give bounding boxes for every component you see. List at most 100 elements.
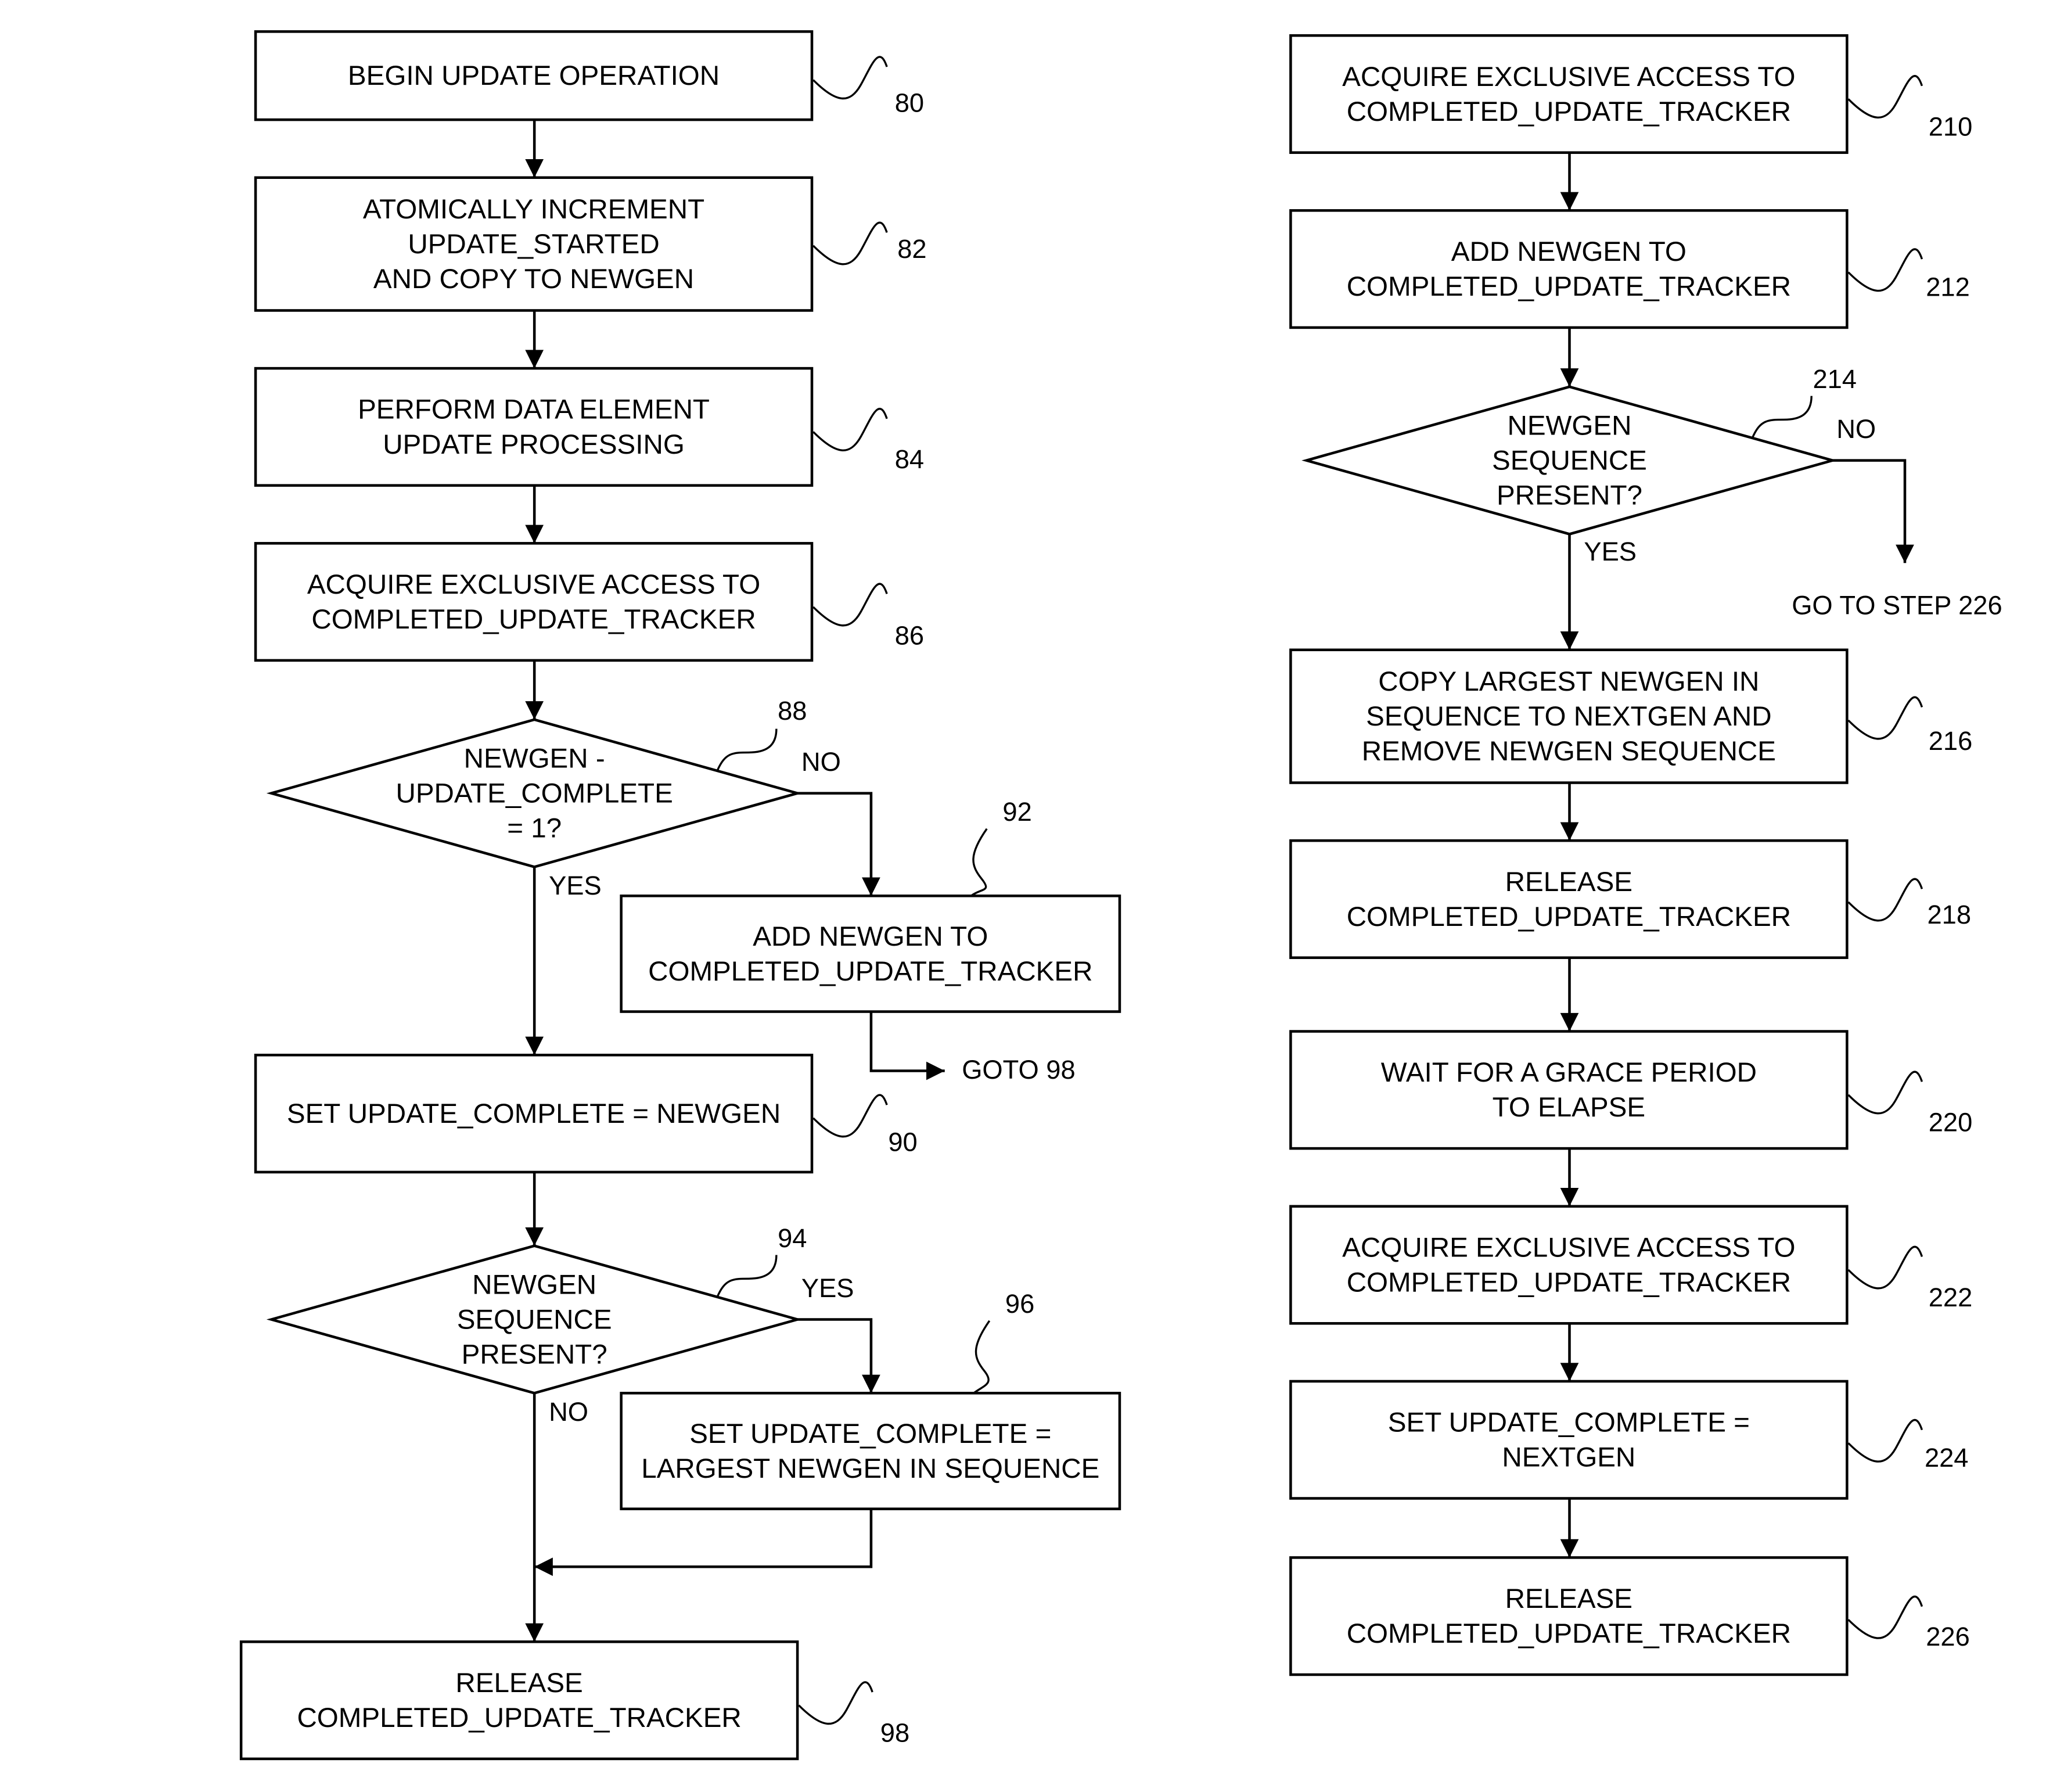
process-box-98	[239, 1640, 799, 1761]
edge-222-224-arrowhead	[1560, 1363, 1579, 1381]
step-216-text-line: COPY LARGEST NEWGEN IN	[1378, 666, 1759, 697]
edge-216-218-arrowhead	[1560, 822, 1579, 841]
reference-numeral-212: 212	[1926, 272, 1970, 302]
process-box-86	[254, 542, 814, 662]
step-214-text-line: SEQUENCE	[1492, 446, 1647, 476]
step-220-text-line: WAIT FOR A GRACE PERIOD	[1381, 1057, 1757, 1088]
edge-90-94-arrowhead	[525, 1227, 544, 1246]
reference-numeral-220: 220	[1929, 1108, 1973, 1137]
leader-line-84	[812, 408, 888, 451]
step-86-text-line: ACQUIRE EXCLUSIVE ACCESS TO	[307, 569, 760, 600]
step-88-text-line: UPDATE_COMPLETE	[395, 778, 673, 809]
process-box-222	[1289, 1205, 1849, 1325]
edge-92-goto-98-arrowhead	[926, 1061, 945, 1080]
process-box-212	[1289, 209, 1849, 329]
branch-label-94-yes: YES	[801, 1273, 854, 1303]
step-84-text-line: PERFORM DATA ELEMENT	[358, 394, 710, 425]
flow-step-84: PERFORM DATA ELEMENT UPDATE PROCESSING 84	[254, 367, 924, 487]
flow-step-86: ACQUIRE EXCLUSIVE ACCESS TO COMPLETED_UPD…	[254, 542, 924, 662]
step-96-text-line: SET UPDATE_COMPLETE =	[689, 1418, 1051, 1449]
leader-line-86	[812, 583, 888, 627]
step-82-text-line: ATOMICALLY INCREMENT	[363, 194, 704, 225]
flow-step-98: RELEASE COMPLETED_UPDATE_TRACKER 98	[239, 1640, 909, 1761]
reference-numeral-226: 226	[1926, 1622, 1970, 1651]
edge-96-merge-arrowhead	[534, 1557, 553, 1576]
step-226-text-line: COMPLETED_UPDATE_TRACKER	[1347, 1618, 1791, 1649]
process-box-96	[620, 1392, 1121, 1510]
step-92-text-line: ADD NEWGEN TO	[753, 921, 988, 952]
step-98-text-line: COMPLETED_UPDATE_TRACKER	[297, 1703, 741, 1733]
reference-numeral-86: 86	[895, 621, 924, 651]
step-216-text-line: SEQUENCE TO NEXTGEN AND	[1366, 701, 1771, 732]
edge-224-226-arrowhead	[1560, 1539, 1579, 1558]
step-94-text-line: PRESENT?	[462, 1339, 607, 1370]
flow-step-218: RELEASE COMPLETED_UPDATE_TRACKER 218	[1289, 839, 1971, 959]
reference-numeral-222: 222	[1929, 1283, 1973, 1312]
flow-step-226: RELEASE COMPLETED_UPDATE_TRACKER 226	[1289, 1556, 1970, 1676]
flow-step-224: SET UPDATE_COMPLETE = NEXTGEN 224	[1289, 1380, 1969, 1500]
flow-step-222: ACQUIRE EXCLUSIVE ACCESS TO COMPLETED_UPD…	[1289, 1205, 1973, 1325]
step-218-text-line: RELEASE	[1505, 867, 1633, 897]
step-92-text-line: COMPLETED_UPDATE_TRACKER	[648, 956, 1092, 987]
step-90-text-line: SET UPDATE_COMPLETE = NEWGEN	[287, 1098, 781, 1129]
step-214-text-line: PRESENT?	[1497, 480, 1642, 511]
flow-step-80: BEGIN UPDATE OPERATION 80	[254, 30, 924, 121]
leader-line-216	[1847, 696, 1923, 740]
leader-line-80	[812, 56, 888, 100]
edge-80-82-arrowhead	[525, 159, 544, 178]
edge-94-96-yes	[797, 1318, 873, 1394]
leader-line-218	[1847, 878, 1923, 922]
edge-214-goto-226-no-arrowhead	[1896, 544, 1914, 563]
leader-line-214	[1751, 396, 1813, 439]
shapes-layer: BEGIN UPDATE OPERATION 80 ATOMICALLY INCRE…	[239, 30, 1973, 1761]
flow-step-82: ATOMICALLY INCREMENT UPDATE_STARTED AND CO…	[254, 176, 927, 312]
step-216-text-line: REMOVE NEWGEN SEQUENCE	[1362, 736, 1776, 767]
reference-numeral-80: 80	[895, 88, 924, 118]
step-210-text-line: ACQUIRE EXCLUSIVE ACCESS TO	[1342, 62, 1795, 92]
reference-numeral-92: 92	[1002, 797, 1031, 827]
goto-226-label: GO TO STEP 226	[1792, 591, 2002, 620]
step-218-text-line: COMPLETED_UPDATE_TRACKER	[1347, 902, 1791, 932]
reference-numeral-216: 216	[1929, 726, 1973, 756]
reference-numeral-210: 210	[1929, 112, 1973, 141]
leader-line-98	[798, 1681, 873, 1725]
reference-numeral-88: 88	[778, 696, 807, 726]
flow-step-88: NEWGEN - UPDATE_COMPLETE = 1? 88	[266, 696, 807, 868]
process-box-218	[1289, 839, 1849, 959]
edge-84-86-arrowhead	[525, 525, 544, 544]
step-222-text-line: ACQUIRE EXCLUSIVE ACCESS TO	[1342, 1232, 1795, 1263]
leader-line-222	[1847, 1245, 1923, 1290]
leader-line-220	[1847, 1071, 1923, 1115]
flow-step-210: ACQUIRE EXCLUSIVE ACCESS TO COMPLETED_UPD…	[1289, 34, 1973, 154]
step-98-text-line: RELEASE	[455, 1668, 582, 1698]
step-84-text-line: UPDATE PROCESSING	[383, 429, 685, 460]
branch-label-88-no: NO	[801, 747, 841, 777]
flow-step-216: COPY LARGEST NEWGEN IN SEQUENCE TO NEXTGE…	[1289, 648, 1973, 784]
edge-86-88-arrowhead	[525, 701, 544, 720]
flow-step-90: SET UPDATE_COMPLETE = NEWGEN 90	[254, 1054, 918, 1174]
step-94-text-line: NEWGEN	[472, 1269, 596, 1300]
step-210-text-line: COMPLETED_UPDATE_TRACKER	[1347, 96, 1791, 127]
edge-94-98-no-arrowhead	[525, 1623, 544, 1642]
edge-88-90-yes-arrowhead	[525, 1036, 544, 1055]
leader-line-88	[716, 728, 778, 771]
edge-94-96-yes-arrowhead	[862, 1374, 880, 1394]
edge-82-84-arrowhead	[525, 350, 544, 369]
step-222-text-line: COMPLETED_UPDATE_TRACKER	[1347, 1267, 1791, 1298]
step-94-text-line: SEQUENCE	[457, 1304, 612, 1335]
edge-88-92-no	[797, 792, 873, 896]
step-82-text-line: UPDATE_STARTED	[408, 229, 659, 260]
reference-numeral-90: 90	[888, 1127, 917, 1157]
step-224-text-line: NEXTGEN	[1502, 1442, 1635, 1473]
step-226-text-line: RELEASE	[1505, 1583, 1633, 1614]
step-82-text-line: AND COPY TO NEWGEN	[373, 264, 694, 295]
leader-line-90	[812, 1094, 888, 1138]
flow-step-220: WAIT FOR A GRACE PERIOD TO ELAPSE 220	[1289, 1030, 1973, 1150]
branch-label-88-yes: YES	[549, 871, 602, 900]
branch-label-94-no: NO	[549, 1397, 588, 1427]
process-box-84	[254, 367, 814, 487]
branch-label-214-no: NO	[1836, 414, 1876, 444]
step-88-text-line: NEWGEN -	[464, 743, 605, 774]
reference-numeral-82: 82	[897, 234, 926, 264]
edge-220-222-arrowhead	[1560, 1188, 1579, 1206]
